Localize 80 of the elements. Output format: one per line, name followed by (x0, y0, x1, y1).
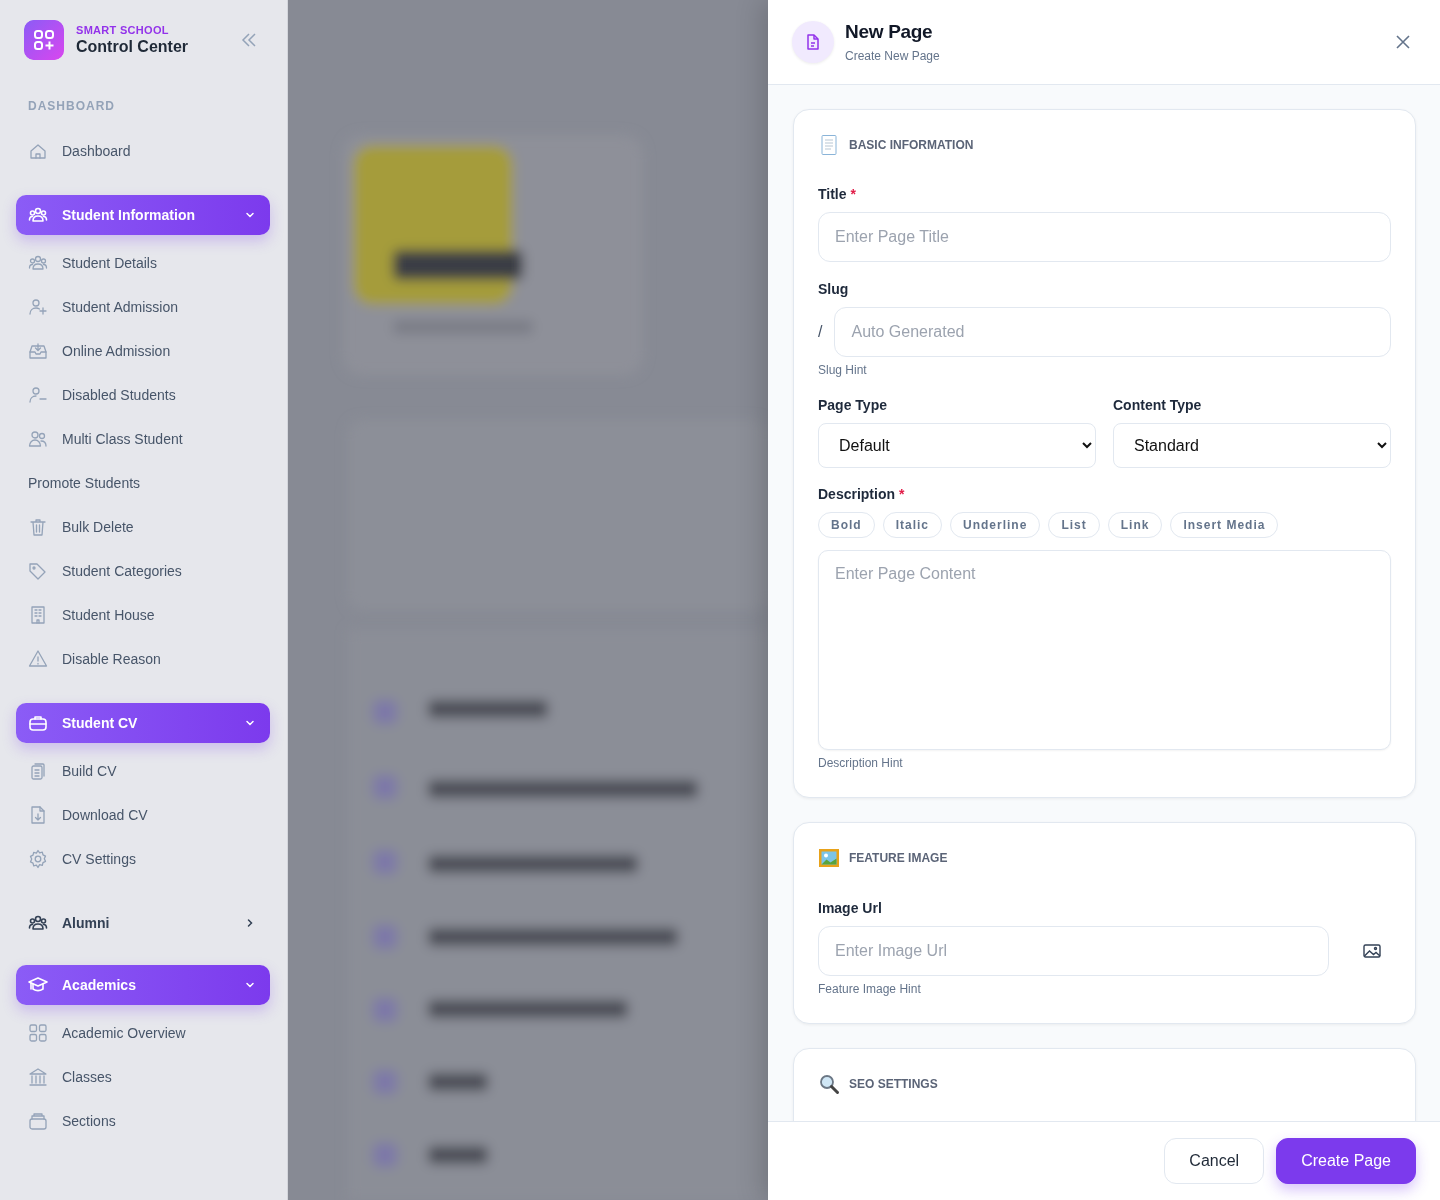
toolbar-button[interactable]: Bold (818, 512, 875, 538)
user-minus-icon (28, 385, 48, 405)
drawer-title: New Page (845, 21, 934, 43)
users-icon (28, 913, 48, 933)
users-icon (28, 429, 48, 449)
sidebar-item[interactable]: Student Details (16, 241, 163, 285)
content-field[interactable]: Enter Page Content (818, 550, 1391, 750)
sidebar-item[interactable]: Classes (16, 1055, 118, 1099)
slug-prefix: / (818, 323, 823, 341)
users-icon (28, 253, 48, 273)
create-button[interactable]: Create Page (1276, 1138, 1416, 1184)
close-button[interactable] (1396, 35, 1410, 49)
briefcase-icon (28, 713, 48, 733)
clipboard-icon (28, 761, 48, 781)
trash-icon (28, 517, 48, 537)
title-field[interactable]: Enter Page Title (818, 212, 1391, 262)
sidebar-item[interactable]: Download CV (16, 793, 154, 837)
sidebar-item[interactable]: Disable Reason (16, 637, 167, 681)
users-icon (28, 205, 48, 225)
field-label: Slug (818, 281, 849, 297)
toolbar-button[interactable]: Insert Media (1170, 512, 1279, 538)
document-icon (818, 134, 840, 156)
sidebar-item[interactable]: Disabled Students (16, 373, 182, 417)
gear-icon (28, 849, 48, 869)
grid-icon (28, 1023, 48, 1043)
sidebar-group-item[interactable]: Student Information (16, 195, 270, 235)
field-label: Image Url (818, 900, 882, 916)
required-mark: * (899, 486, 905, 502)
sidebar-group-item[interactable]: Academics (16, 965, 270, 1005)
warning-icon (28, 649, 48, 669)
section-title: SEO SETTINGS (849, 1077, 938, 1091)
field-label: Content Type (1113, 397, 1202, 413)
building-icon (28, 605, 48, 625)
search-icon (818, 1073, 840, 1095)
logo-icon (24, 20, 64, 60)
page-icon (792, 21, 834, 63)
sidebar-item[interactable]: Student Admission (16, 285, 184, 329)
sidebar-item[interactable]: Sections (16, 1099, 122, 1143)
field-label: Title (818, 186, 847, 202)
image-url-field[interactable]: Enter Image Url (818, 926, 1329, 976)
cancel-button[interactable]: Cancel (1164, 1138, 1265, 1184)
hint-text: Feature Image Hint (818, 982, 921, 996)
bank-icon (28, 1067, 48, 1087)
sidebar-item[interactable]: Student Categories (16, 549, 188, 593)
section-heading: DASHBOARD (27, 99, 115, 113)
file-download-icon (28, 805, 48, 825)
slug-field[interactable]: Auto Generated (834, 307, 1391, 357)
sidebar-item[interactable]: Online Admission (16, 329, 177, 373)
sidebar-item[interactable]: Bulk Delete (16, 505, 140, 549)
sidebar-item[interactable]: Build CV (16, 749, 123, 793)
sidebar-group-item[interactable]: Alumni (16, 903, 270, 943)
user-plus-icon (28, 297, 48, 317)
section-title: FEATURE IMAGE (849, 851, 948, 865)
hint-text: Slug Hint (818, 363, 867, 377)
sidebar-item[interactable]: Promote Students (16, 461, 147, 505)
field-label: Page Type (818, 397, 887, 413)
sidebar-item[interactable]: Multi Class Student (16, 417, 189, 461)
toolbar-button[interactable]: Italic (882, 512, 943, 538)
sidebar-item[interactable]: Dashboard (16, 129, 137, 173)
select-field[interactable]: Default (818, 423, 1096, 468)
inbox-icon (28, 341, 48, 361)
section-title: BASIC INFORMATION (849, 138, 974, 152)
sidebar-group-item[interactable]: Student CV (16, 703, 270, 743)
framed-picture-icon (818, 847, 840, 869)
hint-text: Description Hint (818, 756, 903, 770)
drawer-subtitle: Create New Page (845, 49, 941, 63)
select-field[interactable]: Standard (1113, 423, 1391, 468)
image-picker-button[interactable] (1363, 943, 1381, 959)
tag-icon (28, 561, 48, 581)
box-icon (28, 1111, 48, 1131)
toolbar-button[interactable]: List (1048, 512, 1100, 538)
toolbar-button[interactable]: Underline (950, 512, 1041, 538)
sidebar-item[interactable]: Student House (16, 593, 161, 637)
sidebar-item[interactable]: Academic Overview (16, 1011, 192, 1055)
brand-title: Control Center (76, 38, 189, 56)
toolbar-button[interactable]: Link (1107, 512, 1163, 538)
field-label: Description (818, 486, 895, 502)
sidebar-item[interactable]: CV Settings (16, 837, 142, 881)
brand-eyebrow: SMART SCHOOL (76, 24, 170, 36)
required-mark: * (850, 186, 856, 202)
